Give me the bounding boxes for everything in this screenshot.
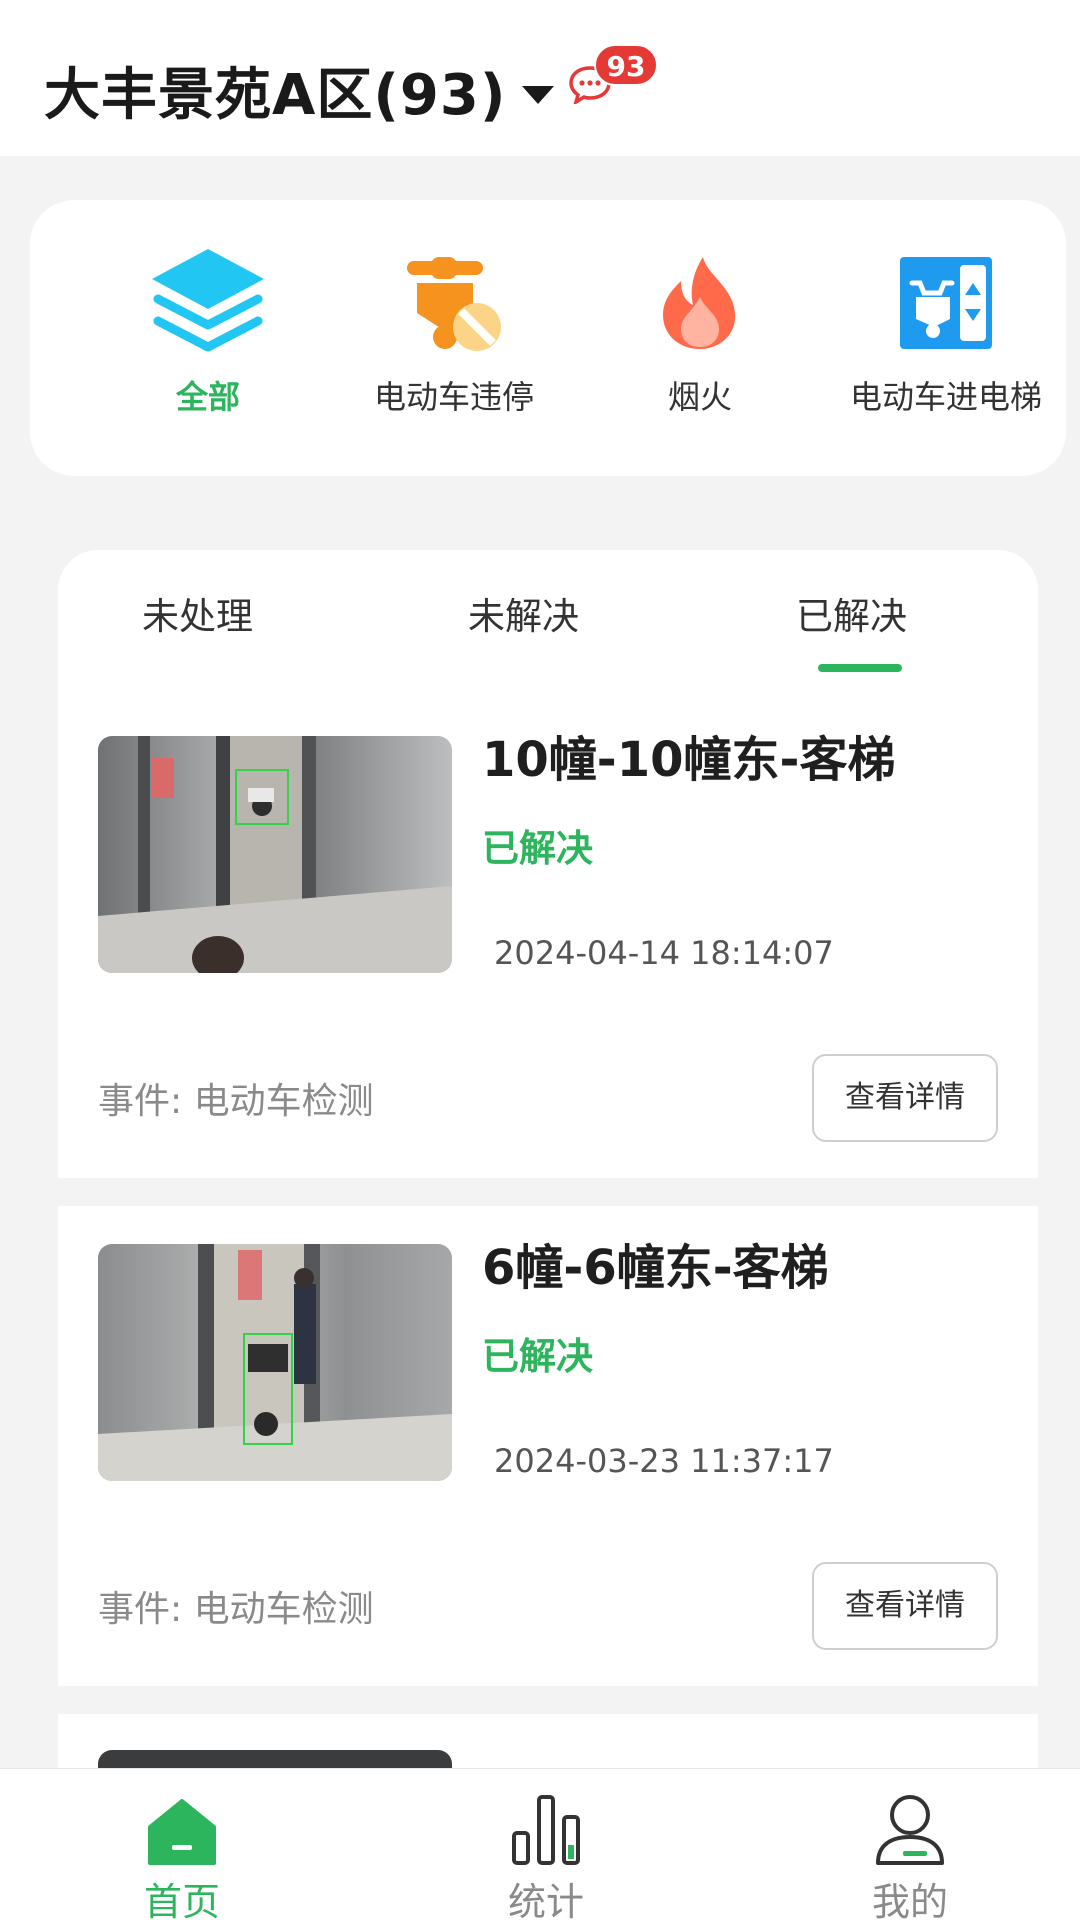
tab-unprocessed[interactable]: 未处理 xyxy=(142,586,253,640)
event-time: 2024-04-14 18:14:07 xyxy=(494,934,834,972)
view-detail-button[interactable]: 查看详情 xyxy=(812,1562,998,1650)
event-type: 事件: 电动车检测 xyxy=(98,1589,374,1630)
event-card: 10幢-10幢东-客梯 已解决 2024-04-14 18:14:07 事件: … xyxy=(58,690,1038,1178)
category-label: 电动车违停 xyxy=(373,378,534,416)
active-tab-indicator xyxy=(818,664,902,672)
nav-stats[interactable]: 统计 xyxy=(446,1781,646,1920)
card-divider xyxy=(0,1178,1080,1206)
event-location: 10幢-10幢东-客梯 xyxy=(482,732,896,788)
scooter-no-parking-icon xyxy=(407,257,501,351)
event-card xyxy=(58,1714,1038,1774)
view-detail-button[interactable]: 查看详情 xyxy=(812,1054,998,1142)
event-card: 6幢-6幢东-客梯 已解决 2024-03-23 11:37:17 事件: 电动… xyxy=(58,1206,1038,1686)
community-name: 大丰景苑A区(93) xyxy=(44,63,507,128)
home-icon xyxy=(148,1799,216,1865)
event-status: 已解决 xyxy=(482,827,593,870)
nav-mine[interactable]: 我的 xyxy=(810,1781,1010,1920)
tab-resolved[interactable]: 已解决 xyxy=(796,586,907,640)
nav-label: 统计 xyxy=(507,1880,584,1920)
caret-down-icon xyxy=(522,85,555,104)
event-snapshot[interactable] xyxy=(98,736,452,973)
message-count-badge: 93 xyxy=(594,44,658,86)
user-icon xyxy=(876,1795,944,1865)
scooter-elevator-icon xyxy=(900,257,992,349)
category-label: 全部 xyxy=(175,378,240,416)
bar-chart-icon xyxy=(512,1795,580,1865)
event-location: 6幢-6幢东-客梯 xyxy=(482,1240,829,1296)
nav-label: 我的 xyxy=(871,1880,948,1920)
category-fire[interactable]: 烟火 xyxy=(580,248,820,418)
messages-button[interactable]: 93 xyxy=(568,44,658,114)
event-snapshot[interactable] xyxy=(98,1244,452,1481)
event-time: 2024-03-23 11:37:17 xyxy=(494,1442,834,1480)
community-selector[interactable]: 大丰景苑A区(93) xyxy=(44,50,555,131)
category-scooter-parking[interactable]: 电动车违停 xyxy=(334,248,574,418)
status-tabs: 未处理 未解决 已解决 xyxy=(58,550,1038,680)
event-type: 事件: 电动车检测 xyxy=(98,1081,374,1122)
nav-label: 首页 xyxy=(143,1880,220,1920)
elevator-camera-image xyxy=(98,1244,452,1481)
category-scooter-elevator[interactable]: 电动车进电梯 xyxy=(826,248,1066,418)
category-all[interactable]: 全部 xyxy=(88,248,328,418)
category-label: 电动车进电梯 xyxy=(849,378,1042,416)
tab-unresolved[interactable]: 未解决 xyxy=(468,586,579,640)
top-bar: 大丰景苑A区(93) 93 xyxy=(0,0,1080,156)
bottom-navigation: 首页 统计 我的 xyxy=(0,1768,1080,1920)
elevator-camera-image xyxy=(98,736,452,973)
category-filter-card: 全部 电动车违停 烟火 电动车进电梯 xyxy=(30,200,1066,476)
nav-home[interactable]: 首页 xyxy=(82,1781,282,1920)
layers-icon xyxy=(152,249,264,352)
category-label: 烟火 xyxy=(667,378,732,416)
card-divider xyxy=(0,1686,1080,1714)
fire-icon xyxy=(663,257,736,349)
event-status: 已解决 xyxy=(482,1335,593,1378)
